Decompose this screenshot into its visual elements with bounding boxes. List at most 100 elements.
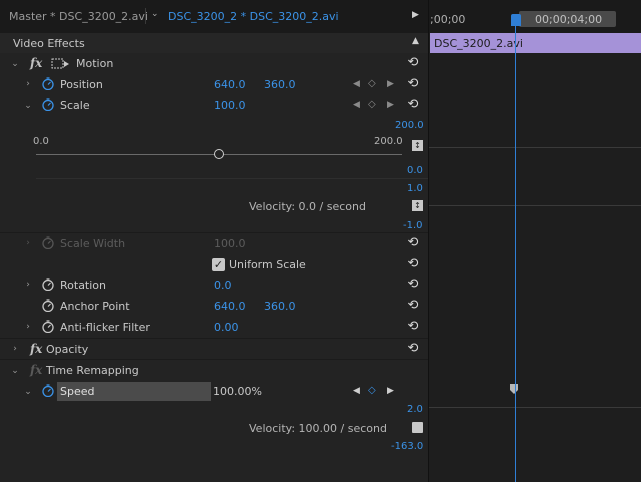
prev-keyframe-icon[interactable]: ◀ [353,386,360,396]
scale-slider-thumb[interactable] [214,149,224,159]
effect-label-time-remapping: Time Remapping [46,364,139,377]
next-keyframe-icon[interactable]: ▶ [387,79,394,89]
stopwatch-icon[interactable] [42,278,54,291]
divider [36,178,428,179]
slider-min-label: 0.0 [33,136,49,147]
fx-icon: fx [30,363,43,377]
add-keyframe-icon[interactable]: ◇ [368,99,376,110]
reset-icon[interactable]: ⟲ [406,236,420,250]
velocity-readout: Velocity: 0.0 / second [249,200,366,213]
chevron-down-icon[interactable]: ⌄ [10,59,20,69]
playhead-handle[interactable] [511,14,521,26]
chevron-right-icon[interactable]: › [23,322,33,332]
prev-keyframe-icon[interactable]: ◀ [353,100,360,110]
effect-controls-panel: Video Effects ▲ ⌄ fx Motion ⟲ › Position… [0,33,428,482]
reset-icon[interactable]: ⟲ [406,299,420,313]
speed-graph-line [429,407,641,408]
zoom-toggle-icon[interactable]: ↕ [412,140,423,151]
stopwatch-icon[interactable] [42,320,54,333]
graph-max-label: 200.0 [395,120,424,131]
collapse-up-icon[interactable]: ▲ [412,36,419,46]
fx-icon: fx [30,342,43,356]
ruler-marker-time: 00;00;04;00 [535,13,603,26]
anti-flicker-value[interactable]: 0.00 [214,321,239,334]
ruler-start-time: ;00;00 [430,13,466,26]
scale-value[interactable]: 100.0 [214,99,246,112]
add-keyframe-icon[interactable]: ◇ [368,78,376,89]
speed-graph-max-label: 2.0 [407,404,423,415]
panel-title: Video Effects [13,37,85,50]
property-row-speed[interactable]: ⌄ Speed 100.00% ◀ ◇ ▶ [0,381,428,402]
chevron-down-icon[interactable]: ⌄ [10,366,20,376]
stopwatch-icon[interactable] [42,299,54,312]
chevron-right-icon[interactable]: › [23,79,33,89]
property-label: Scale Width [60,237,126,250]
reset-icon[interactable]: ⟲ [406,342,420,356]
next-keyframe-icon[interactable]: ▶ [387,100,394,110]
graph-toggle-button[interactable] [412,422,423,433]
prev-keyframe-icon[interactable]: ◀ [353,79,360,89]
effect-row-opacity[interactable]: › fx Opacity ⟲ [0,339,428,360]
speed-velocity-readout: Velocity: 100.00 / second [249,422,387,435]
chevron-right-icon[interactable]: › [23,280,33,290]
clip-name: DSC_3200_2.avi [434,37,523,50]
property-row-anti-flicker[interactable]: › Anti-flicker Filter 0.00 ⟲ [0,317,428,338]
speed-graph-min-label: -163.0 [391,441,424,452]
anchor-y-value[interactable]: 360.0 [264,300,296,313]
position-y-value[interactable]: 360.0 [264,78,296,91]
anchor-x-value[interactable]: 640.0 [214,300,246,313]
playhead-line [515,22,516,482]
scale-velocity-line [429,205,641,206]
uniform-scale-label: Uniform Scale [229,258,306,271]
scale-width-value: 100.0 [214,237,246,250]
chevron-down-icon[interactable]: ⌄ [23,101,33,111]
reset-icon[interactable]: ⟲ [406,320,420,334]
property-row-rotation[interactable]: › Rotation 0.0 ⟲ [0,275,428,296]
chevron-down-icon[interactable]: ⌄ [151,9,159,19]
next-keyframe-icon[interactable]: ▶ [387,386,394,396]
chevron-right-icon[interactable]: › [10,344,20,354]
speed-keyframe-icon[interactable] [509,383,519,395]
property-row-scale[interactable]: ⌄ Scale 100.0 ◀ ◇ ▶ ⟲ [0,95,428,116]
property-label: Anti-flicker Filter [60,321,150,334]
scale-graph-line [429,147,641,148]
property-label: Scale [60,99,90,112]
tab-divider [145,8,146,24]
uniform-scale-checkbox[interactable]: ✓ [212,258,225,271]
fx-icon: fx [30,56,43,70]
transform-icon[interactable] [51,58,71,70]
reset-icon[interactable]: ⟲ [406,257,420,271]
stopwatch-icon [42,236,54,249]
velocity-max-label: 1.0 [407,183,423,194]
property-row-scale-width: › Scale Width 100.0 ⟲ [0,233,428,254]
rotation-value[interactable]: 0.0 [214,279,232,292]
property-row-uniform-scale[interactable]: ✓ Uniform Scale ⟲ [0,254,428,275]
add-keyframe-icon[interactable]: ◇ [368,385,376,396]
velocity-min-label: -1.0 [403,220,423,231]
property-label: Speed [60,385,95,398]
zoom-toggle-icon[interactable]: ↕ [412,200,423,211]
reset-icon[interactable]: ⟲ [406,278,420,292]
chevron-down-icon[interactable]: ⌄ [23,387,33,397]
property-row-anchor-point[interactable]: Anchor Point 640.0 360.0 ⟲ [0,296,428,317]
effect-row-time-remapping[interactable]: ⌄ fx Time Remapping [0,360,428,381]
play-triangle-icon[interactable]: ▶ [412,10,419,20]
position-x-value[interactable]: 640.0 [214,78,246,91]
tab-active[interactable]: DSC_3200_2 * DSC_3200_2.avi [168,10,339,23]
stopwatch-icon[interactable] [42,77,54,90]
graph-min-label: 0.0 [407,165,423,176]
property-row-position[interactable]: › Position 640.0 360.0 ◀ ◇ ▶ ⟲ [0,74,428,95]
slider-max-label: 200.0 [374,136,403,147]
speed-value[interactable]: 100.00% [213,385,262,398]
chevron-right-icon: › [26,238,30,248]
effect-row-motion[interactable]: ⌄ fx Motion ⟲ [0,53,428,74]
tab-master[interactable]: Master * DSC_3200_2.avi [9,10,148,23]
panel-header: Video Effects ▲ [0,33,428,53]
reset-icon[interactable]: ⟲ [406,56,420,70]
stopwatch-icon[interactable] [42,98,54,111]
reset-icon[interactable]: ⟲ [406,98,420,112]
property-label: Anchor Point [60,300,130,313]
timeline-panel: ;00;00 00;00;04;00 DSC_3200_2.avi [428,0,641,482]
reset-icon[interactable]: ⟲ [406,77,420,91]
stopwatch-icon[interactable] [42,384,54,397]
